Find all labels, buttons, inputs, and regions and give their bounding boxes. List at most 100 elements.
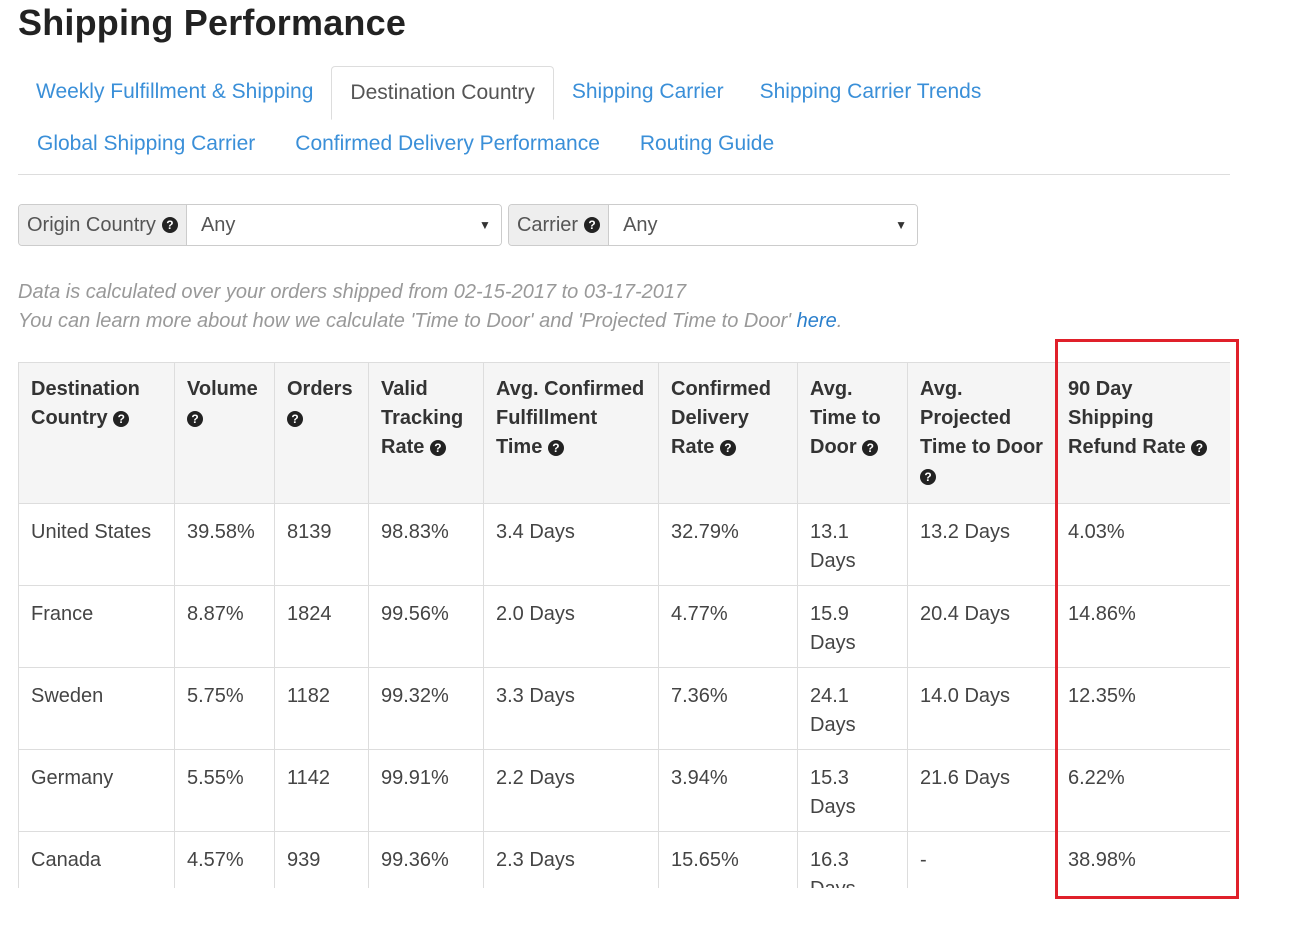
column-header: Confirmed Delivery Rate ? bbox=[658, 362, 798, 504]
carrier-value: Any bbox=[623, 213, 658, 236]
origin-country-filter: Origin Country ? Any ▼ bbox=[18, 204, 502, 246]
table-cell: 20.4 Days bbox=[907, 585, 1056, 668]
table-cell: 8139 bbox=[274, 503, 369, 586]
column-header: Avg. Confirmed Fulfillment Time ? bbox=[483, 362, 659, 504]
tab-row-2: Global Shipping Carrier Confirmed Delive… bbox=[18, 122, 794, 166]
table-cell: 6.22% bbox=[1055, 749, 1230, 832]
destination-country-table: Destination Country ? Volume ? Orders ? Val… bbox=[18, 362, 1230, 888]
table-cell: 15.3 Days bbox=[797, 749, 908, 832]
table-cell: 5.75% bbox=[174, 667, 275, 750]
question-circle-icon[interactable]: ? bbox=[161, 217, 178, 233]
table-cell: 32.79% bbox=[658, 503, 798, 586]
learn-more-link[interactable]: here bbox=[797, 310, 837, 332]
column-header: Valid Tracking Rate ? bbox=[368, 362, 484, 504]
tab-shipping-carrier-trends[interactable]: Shipping Carrier Trends bbox=[742, 66, 1000, 118]
table-cell: Canada bbox=[18, 831, 175, 888]
question-circle-icon[interactable]: ? bbox=[920, 468, 936, 485]
table-cell: 4.03% bbox=[1055, 503, 1230, 586]
origin-country-label-text: Origin Country bbox=[27, 213, 156, 236]
question-circle-icon[interactable]: ? bbox=[187, 410, 203, 427]
column-header-label: Orders bbox=[287, 378, 353, 400]
table-cell: 14.86% bbox=[1055, 585, 1230, 668]
report-tabs: Weekly Fulfillment & Shipping Destinatio… bbox=[18, 66, 1230, 175]
data-range-note: Data is calculated over your orders ship… bbox=[18, 281, 687, 303]
tab-destination-country[interactable]: Destination Country bbox=[331, 66, 554, 120]
tab-row-1: Weekly Fulfillment & Shipping Destinatio… bbox=[18, 66, 1000, 120]
tab-routing-guide[interactable]: Routing Guide bbox=[620, 122, 794, 166]
table-row: France 8.87% 1824 99.56% 2.0 Days 4.77% 15.9 D… bbox=[18, 585, 1230, 668]
table-cell: 98.83% bbox=[368, 503, 484, 586]
table-body: United States 39.58% 8139 98.83% 3.4 Days 32.… bbox=[18, 503, 1230, 888]
filters: Origin Country ? Any ▼ Carrier ? Any ▼ bbox=[18, 204, 919, 246]
column-header-label: 90 Day Shipping Refund Rate bbox=[1068, 378, 1186, 458]
question-circle-icon[interactable]: ? bbox=[113, 410, 130, 427]
table-cell: 3.94% bbox=[658, 749, 798, 832]
column-header: Avg. Projected Time to Door ? bbox=[907, 362, 1056, 504]
table-cell: 99.91% bbox=[368, 749, 484, 832]
question-circle-icon[interactable]: ? bbox=[547, 439, 564, 456]
table-cell: 2.0 Days bbox=[483, 585, 659, 668]
question-circle-icon[interactable]: ? bbox=[584, 217, 601, 233]
question-circle-icon[interactable]: ? bbox=[1191, 439, 1208, 456]
table-cell: 38.98% bbox=[1055, 831, 1230, 888]
caret-down-icon: ▼ bbox=[479, 218, 491, 232]
table-row: Germany 5.55% 1142 99.91% 2.2 Days 3.94% 15.3 … bbox=[18, 749, 1230, 832]
table-cell: - bbox=[907, 831, 1056, 888]
table-cell: 1182 bbox=[274, 667, 369, 750]
table-header-row: Destination Country ? Volume ? Orders ? Val… bbox=[18, 362, 1230, 504]
column-header: Orders ? bbox=[274, 362, 369, 504]
page-title: Shipping Performance bbox=[18, 2, 407, 43]
origin-country-label: Origin Country ? bbox=[19, 205, 187, 245]
column-header: Avg. Time to Door ? bbox=[797, 362, 908, 504]
table-cell: 1824 bbox=[274, 585, 369, 668]
table-row: Sweden 5.75% 1182 99.32% 3.3 Days 7.36% 24.1 D… bbox=[18, 667, 1230, 750]
table-cell: 3.3 Days bbox=[483, 667, 659, 750]
origin-country-select[interactable]: Any ▼ bbox=[186, 205, 501, 245]
column-header: Destination Country ? bbox=[18, 362, 175, 504]
carrier-filter: Carrier ? Any ▼ bbox=[507, 204, 919, 246]
carrier-label-text: Carrier bbox=[516, 213, 579, 236]
table-cell: 3.4 Days bbox=[483, 503, 659, 586]
data-note: Data is calculated over your orders ship… bbox=[18, 278, 842, 336]
table-cell: 16.3 Days bbox=[797, 831, 908, 888]
column-header: Volume ? bbox=[174, 362, 275, 504]
table-cell: 5.55% bbox=[174, 749, 275, 832]
column-header-label: Avg. Confirmed Fulfillment Time bbox=[496, 378, 645, 458]
carrier-label: Carrier ? bbox=[508, 205, 610, 245]
table-cell: 939 bbox=[274, 831, 369, 888]
tab-shipping-carrier[interactable]: Shipping Carrier bbox=[554, 66, 742, 118]
table-cell: 8.87% bbox=[174, 585, 275, 668]
table-cell: 12.35% bbox=[1055, 667, 1230, 750]
table-cell: 4.57% bbox=[174, 831, 275, 888]
question-circle-icon[interactable]: ? bbox=[862, 439, 879, 456]
tab-confirmed-delivery-performance[interactable]: Confirmed Delivery Performance bbox=[275, 122, 620, 166]
table-cell: 21.6 Days bbox=[907, 749, 1056, 832]
origin-country-value: Any bbox=[200, 213, 236, 236]
tab-weekly-fulfillment-shipping[interactable]: Weekly Fulfillment & Shipping bbox=[18, 66, 331, 118]
table-cell: 13.2 Days bbox=[907, 503, 1056, 586]
table-cell: Germany bbox=[18, 749, 175, 832]
calculation-note: You can learn more about how we calculat… bbox=[18, 307, 842, 336]
table-cell: 2.3 Days bbox=[483, 831, 659, 888]
table-cell: 15.65% bbox=[658, 831, 798, 888]
table-cell: Sweden bbox=[18, 667, 175, 750]
caret-down-icon: ▼ bbox=[895, 218, 908, 232]
question-circle-icon[interactable]: ? bbox=[429, 439, 446, 456]
column-header: 90 Day Shipping Refund Rate ? bbox=[1055, 362, 1230, 504]
carrier-select[interactable]: Any ▼ bbox=[609, 205, 918, 245]
question-circle-icon[interactable]: ? bbox=[719, 439, 736, 456]
column-header-label: Valid Tracking Rate bbox=[381, 378, 464, 458]
table-cell: 39.58% bbox=[174, 503, 275, 586]
question-circle-icon[interactable]: ? bbox=[287, 410, 303, 427]
column-header-label: Avg. Projected Time to Door bbox=[920, 378, 1043, 458]
table-cell: 7.36% bbox=[658, 667, 798, 750]
table-row: Canada4.57%93999.36%2.3 Days15.65%16.3 D… bbox=[18, 831, 1230, 888]
destination-country-table-wrapper: Destination Country ? Volume ? Orders ? Val… bbox=[18, 362, 1230, 888]
table-cell: France bbox=[18, 585, 175, 668]
table-cell: 2.2 Days bbox=[483, 749, 659, 832]
table-row: United States 39.58% 8139 98.83% 3.4 Days 32.… bbox=[18, 503, 1230, 586]
table-cell: 99.36% bbox=[368, 831, 484, 888]
tab-global-shipping-carrier[interactable]: Global Shipping Carrier bbox=[18, 122, 275, 166]
table-cell: 99.32% bbox=[368, 667, 484, 750]
table-cell: 15.9 Days bbox=[797, 585, 908, 668]
